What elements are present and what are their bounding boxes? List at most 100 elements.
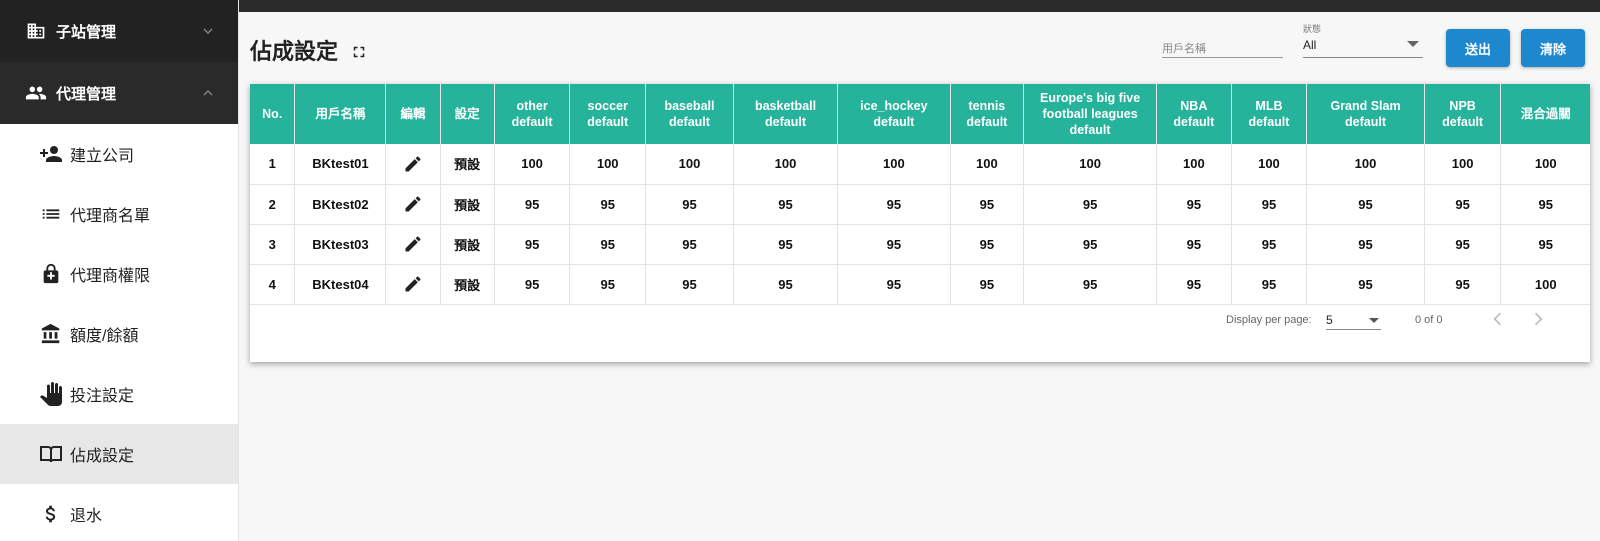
chevron-right-icon[interactable]	[1528, 308, 1548, 330]
cell-value: 95	[494, 184, 571, 225]
per-page-value: 5	[1326, 313, 1333, 327]
lock-icon	[38, 261, 64, 287]
cell-value: 95	[1306, 224, 1425, 265]
cell-no: 2	[250, 184, 296, 225]
status-select[interactable]: 狀態 All	[1303, 22, 1423, 58]
cell-value: 95	[837, 184, 951, 225]
cell-edit	[385, 264, 441, 305]
people-icon	[24, 81, 48, 105]
cell-value: 100	[569, 144, 647, 185]
list-icon	[38, 201, 64, 227]
sidebar-item-label: 佔成設定	[70, 448, 135, 465]
sidebar-section-agent[interactable]: 代理管理	[0, 62, 238, 124]
cell-value: 100	[1424, 144, 1502, 185]
cell-value: 95	[1023, 224, 1158, 265]
send-button[interactable]: 送出	[1446, 29, 1510, 67]
cell-value: 95	[1231, 264, 1308, 305]
sidebar-item-credit-balance[interactable]: 額度/餘額	[0, 304, 238, 364]
sidebar-item-rebate[interactable]: 退水	[0, 484, 238, 541]
cell-edit	[385, 224, 441, 265]
column-header: Grand Slam default	[1306, 84, 1425, 144]
cell-value: 95	[1156, 264, 1232, 305]
sidebar-item-label: 額度/餘額	[70, 328, 139, 345]
building-icon	[24, 19, 48, 43]
column-header: ice_hockey default	[837, 84, 951, 144]
sidebar-section-subsite[interactable]: 子站管理	[0, 0, 238, 62]
share-settings-table-card: No. 用戶名稱 編輯 設定 other default soccer defa…	[250, 84, 1590, 362]
status-select-value: All	[1303, 38, 1317, 52]
edit-pencil-icon[interactable]	[403, 154, 423, 174]
sidebar-item-label: 退水	[70, 508, 103, 525]
share-settings-table: No. 用戶名稱 編輯 設定 other default soccer defa…	[250, 84, 1590, 305]
edit-pencil-icon[interactable]	[403, 194, 423, 214]
sidebar-item-label: 代理商名單	[70, 208, 151, 225]
cell-value: 95	[1306, 264, 1425, 305]
cell-value: 95	[645, 224, 734, 265]
cell-value: 100	[1306, 144, 1425, 185]
column-header: NBA default	[1156, 84, 1232, 144]
column-header: 設定	[440, 84, 495, 144]
username-filter-input[interactable]: 用戶名稱	[1162, 36, 1283, 58]
cell-user: BKtest01	[294, 144, 387, 185]
cell-value: 95	[1424, 184, 1502, 225]
chevron-left-icon[interactable]	[1488, 308, 1508, 330]
cell-value: 95	[645, 264, 734, 305]
cell-value: 95	[1023, 184, 1158, 225]
cell-edit	[385, 144, 441, 185]
cell-value: 95	[494, 224, 571, 265]
username-filter-placeholder: 用戶名稱	[1162, 43, 1206, 55]
cell-value: 100	[645, 144, 734, 185]
table-row: 4 BKtest04 預設 95 95 95 95 95 95 95 95 95…	[250, 264, 1590, 305]
column-header: NPB default	[1424, 84, 1502, 144]
cell-value: 100	[1023, 144, 1158, 185]
table-header-row: No. 用戶名稱 編輯 設定 other default soccer defa…	[250, 84, 1590, 144]
cell-value: 95	[494, 264, 571, 305]
column-header: 用戶名稱	[294, 84, 387, 144]
per-page-select[interactable]: 5	[1326, 308, 1381, 330]
sidebar-item-share-settings[interactable]: 佔成設定	[0, 424, 238, 484]
dropdown-caret-icon	[1369, 318, 1379, 323]
sidebar-item-bet-settings[interactable]: 投注設定	[0, 364, 238, 424]
sidebar-item-agent-permissions[interactable]: 代理商權限	[0, 244, 238, 304]
column-header: baseball default	[645, 84, 734, 144]
sidebar-item-label: 代理商權限	[70, 268, 151, 285]
fullscreen-icon[interactable]	[350, 41, 368, 59]
edit-pencil-icon[interactable]	[403, 274, 423, 294]
cell-value: 100	[1231, 144, 1308, 185]
dollar-icon	[38, 501, 64, 527]
cell-value: 95	[950, 224, 1025, 265]
top-bar	[0, 0, 1600, 12]
sidebar-item-create-company[interactable]: 建立公司	[0, 124, 238, 184]
cell-setting: 預設	[440, 184, 495, 225]
cell-value: 95	[645, 184, 734, 225]
book-icon	[38, 441, 64, 467]
page-title-text: 佔成設定	[250, 39, 339, 64]
cell-value: 100	[494, 144, 571, 185]
cell-setting: 預設	[440, 144, 495, 185]
sidebar-item-agent-list[interactable]: 代理商名單	[0, 184, 238, 244]
cell-value: 95	[733, 224, 839, 265]
cell-no: 4	[250, 264, 296, 305]
cell-value: 100	[950, 144, 1025, 185]
cell-value: 100	[733, 144, 839, 185]
clear-button[interactable]: 清除	[1521, 29, 1585, 67]
hand-icon	[38, 381, 64, 407]
column-header: basketball default	[733, 84, 839, 144]
cell-setting: 預設	[440, 224, 495, 265]
edit-pencil-icon[interactable]	[403, 234, 423, 254]
cell-value: 95	[569, 184, 647, 225]
table-row: 1 BKtest01 預設 100 100 100 100 100 100 10…	[250, 144, 1590, 185]
sidebar: 子站管理 代理管理 建立公司 代理商名單 代理商權限 額度/餘額 投注設定 佔成…	[0, 0, 239, 541]
page-range: 0 of 0	[1415, 314, 1443, 326]
cell-value: 95	[950, 184, 1025, 225]
column-header: 編輯	[385, 84, 441, 144]
sidebar-item-label: 建立公司	[70, 148, 135, 165]
cell-value: 95	[569, 224, 647, 265]
cell-value: 95	[733, 184, 839, 225]
per-page-label: Display per page:	[1226, 314, 1312, 326]
sidebar-item-label: 投注設定	[70, 388, 135, 405]
cell-value: 100	[837, 144, 951, 185]
column-header: MLB default	[1231, 84, 1308, 144]
cell-user: BKtest02	[294, 184, 387, 225]
cell-value: 95	[1231, 184, 1308, 225]
